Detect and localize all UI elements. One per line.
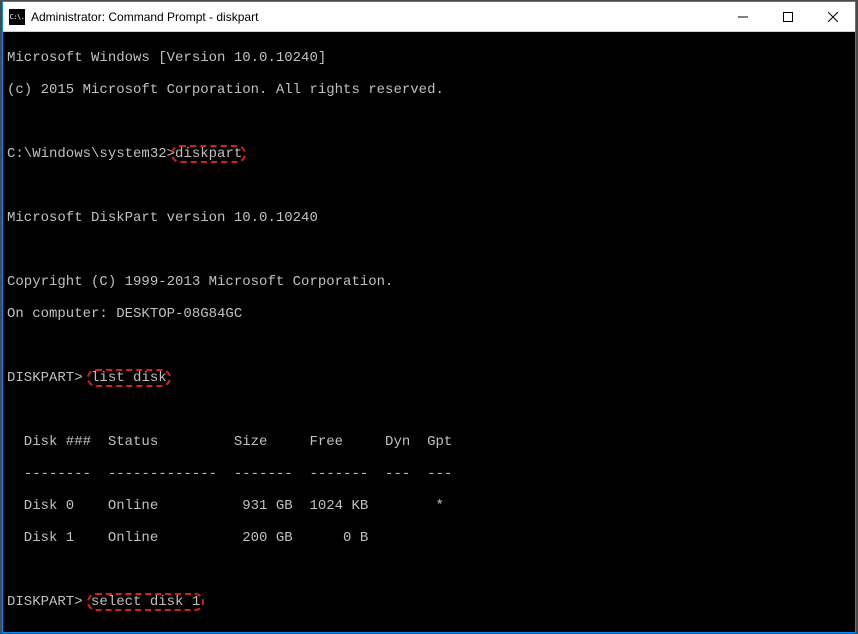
minimize-button[interactable] <box>720 2 765 31</box>
maximize-button[interactable] <box>765 2 810 31</box>
minimize-icon <box>738 12 748 22</box>
term-line: (c) 2015 Microsoft Corporation. All righ… <box>7 82 851 98</box>
table-row: Disk 0 Online 931 GB 1024 KB * <box>7 498 851 514</box>
table-row: Disk 1 Online 200 GB 0 B <box>7 530 851 546</box>
command-select-disk: select disk 1 <box>91 594 200 610</box>
command-diskpart: diskpart <box>175 146 242 162</box>
close-button[interactable] <box>810 2 855 31</box>
titlebar[interactable]: C:\. Administrator: Command Prompt - dis… <box>3 2 855 32</box>
app-icon: C:\. <box>9 9 25 25</box>
term-line: DISKPART> list disk <box>7 370 851 386</box>
diskpart-prompt: DISKPART> <box>7 594 83 610</box>
terminal-output[interactable]: Microsoft Windows [Version 10.0.10240] (… <box>3 32 855 632</box>
maximize-icon <box>783 12 793 22</box>
prompt-path: C:\Windows\system32> <box>7 146 175 162</box>
window-controls <box>720 2 855 31</box>
table-header: Disk ### Status Size Free Dyn Gpt <box>7 434 851 450</box>
close-icon <box>828 12 838 22</box>
diskpart-prompt: DISKPART> <box>7 370 83 386</box>
term-line: Microsoft DiskPart version 10.0.10240 <box>7 210 851 226</box>
command-prompt-window: C:\. Administrator: Command Prompt - dis… <box>2 1 856 633</box>
window-title: Administrator: Command Prompt - diskpart <box>31 10 720 24</box>
term-line: DISKPART> select disk 1 <box>7 594 851 610</box>
term-line: On computer: DESKTOP-08G84GC <box>7 306 851 322</box>
command-list-disk: list disk <box>91 370 167 386</box>
term-line: C:\Windows\system32>diskpart <box>7 146 851 162</box>
app-icon-text: C:\. <box>10 13 25 21</box>
term-line: Microsoft Windows [Version 10.0.10240] <box>7 50 851 66</box>
term-line: Copyright (C) 1999-2013 Microsoft Corpor… <box>7 274 851 290</box>
table-divider: -------- ------------- ------- ------- -… <box>7 466 851 482</box>
